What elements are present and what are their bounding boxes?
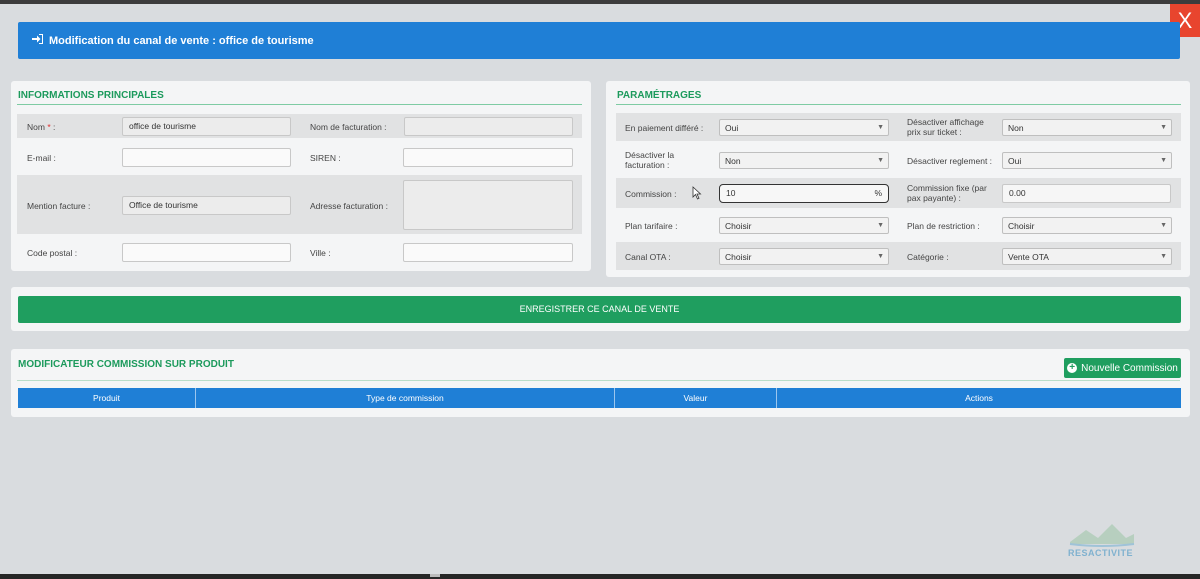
mouse-cursor-icon [692, 186, 702, 200]
column-header-produit[interactable]: Produit [18, 388, 196, 408]
desactiver-affichage-label-line2: prix sur ticket : [907, 127, 962, 137]
commission-label: Commission : [625, 189, 677, 199]
chevron-down-icon: ▼ [1160, 124, 1167, 131]
mention-facture-input[interactable]: Office de tourisme [122, 196, 291, 215]
desactiver-facturation-label-line2: facturation : [625, 160, 670, 170]
email-input[interactable] [122, 148, 291, 167]
informations-heading: INFORMATIONS PRINCIPALES [18, 90, 164, 101]
canal-ota-label: Canal OTA : [625, 252, 671, 262]
categorie-select[interactable]: Vente OTA ▼ [1002, 248, 1172, 265]
parametrages-panel: PARAMÉTRAGES En paiement différé : Oui ▼ … [606, 81, 1190, 277]
adresse-facturation-label: Adresse facturation : [310, 201, 388, 211]
column-header-valeur[interactable]: Valeur [615, 388, 777, 408]
plus-circle-icon: + [1067, 363, 1078, 373]
parametrages-heading: PARAMÉTRAGES [617, 90, 702, 101]
plan-restriction-select[interactable]: Choisir ▼ [1002, 217, 1172, 234]
siren-label: SIREN : [310, 153, 341, 163]
desactiver-reglement-label: Désactiver reglement : [907, 156, 993, 166]
chevron-down-icon: ▼ [877, 124, 884, 131]
plan-tarifaire-label: Plan tarifaire : [625, 221, 678, 231]
column-header-actions: Actions [965, 393, 993, 403]
canal-ota-value: Choisir [725, 252, 752, 262]
save-canal-button[interactable]: ENREGISTRER CE CANAL DE VENTE [18, 296, 1181, 323]
mention-facture-label: Mention facture : [27, 201, 91, 211]
siren-input[interactable] [403, 148, 573, 167]
commission-fixe-label: Commission fixe (par pax payante) : [907, 183, 987, 203]
chevron-down-icon: ▼ [1160, 222, 1167, 229]
resactivite-logo-text: RESACTIVITE [1068, 548, 1134, 558]
nom-facturation-label: Nom de facturation : [310, 122, 387, 132]
modal-title-bar: Modification du canal de vente : office … [18, 22, 1180, 59]
commission-fixe-label-line2: pax payante) : [907, 193, 961, 203]
bottom-notch [430, 574, 440, 577]
nom-label: Nom * : [27, 122, 55, 132]
paiement-differe-select[interactable]: Oui ▼ [719, 119, 889, 136]
ville-input[interactable] [403, 243, 573, 262]
percent-suffix: % [874, 188, 882, 198]
plan-restriction-label: Plan de restriction : [907, 221, 980, 231]
desactiver-affichage-label: Désactiver affichage prix sur ticket : [907, 117, 984, 137]
paiement-differe-label: En paiement différé : [625, 123, 704, 133]
commission-fixe-label-line1: Commission fixe (par [907, 183, 987, 193]
desactiver-facturation-value: Non [725, 156, 741, 166]
sign-in-icon [32, 34, 43, 47]
nom-input[interactable]: office de tourisme [122, 117, 291, 136]
column-header-type-commission[interactable]: Type de commission [196, 388, 615, 408]
desactiver-facturation-select[interactable]: Non ▼ [719, 152, 889, 169]
nom-facturation-input[interactable] [404, 117, 573, 136]
desactiver-reglement-select[interactable]: Oui ▼ [1002, 152, 1172, 169]
email-label: E-mail : [27, 153, 56, 163]
categorie-label: Catégorie : [907, 252, 949, 262]
window-top-border [0, 0, 1200, 4]
chevron-down-icon: ▼ [877, 157, 884, 164]
chevron-down-icon: ▼ [1160, 157, 1167, 164]
modificateur-divider [17, 380, 1180, 381]
commission-fixe-input[interactable]: 0.00 [1002, 184, 1171, 203]
canal-ota-select[interactable]: Choisir ▼ [719, 248, 889, 265]
informations-panel: INFORMATIONS PRINCIPALES Nom * : office … [11, 81, 591, 271]
desactiver-affichage-select[interactable]: Non ▼ [1002, 119, 1172, 136]
adresse-facturation-textarea[interactable] [403, 180, 573, 230]
chevron-down-icon: ▼ [1160, 253, 1167, 260]
nom-label-text: Nom [27, 122, 48, 132]
desactiver-facturation-label: Désactiver la facturation : [625, 150, 674, 170]
ville-label: Ville : [310, 248, 331, 258]
commission-input[interactable]: 10% [719, 184, 889, 203]
commission-value: 10 [726, 188, 736, 198]
nom-label-colon: : [50, 122, 56, 132]
plan-tarifaire-select[interactable]: Choisir ▼ [719, 217, 889, 234]
paiement-differe-value: Oui [725, 123, 739, 133]
desactiver-affichage-value: Non [1008, 123, 1024, 133]
plan-restriction-value: Choisir [1008, 221, 1035, 231]
code-postal-input[interactable] [122, 243, 291, 262]
window-bottom-border [0, 574, 1200, 579]
desactiver-facturation-label-line1: Désactiver la [625, 150, 675, 160]
categorie-value: Vente OTA [1008, 252, 1049, 262]
nouvelle-commission-label: Nouvelle Commission [1081, 362, 1178, 374]
desactiver-affichage-label-line1: Désactiver affichage [907, 117, 984, 127]
code-postal-label: Code postal : [27, 248, 78, 258]
modificateur-heading: MODIFICATEUR COMMISSION SUR PRODUIT [18, 359, 234, 370]
nouvelle-commission-button[interactable]: + Nouvelle Commission [1064, 358, 1181, 378]
chevron-down-icon: ▼ [877, 253, 884, 260]
informations-divider [17, 104, 582, 105]
commission-table-header: Produit Type de commission Valeur Action… [18, 388, 1181, 408]
modal-title: Modification du canal de vente : office … [49, 34, 314, 47]
desactiver-reglement-value: Oui [1008, 156, 1022, 166]
plan-tarifaire-value: Choisir [725, 221, 752, 231]
chevron-down-icon: ▼ [877, 222, 884, 229]
parametrages-divider [616, 104, 1181, 105]
